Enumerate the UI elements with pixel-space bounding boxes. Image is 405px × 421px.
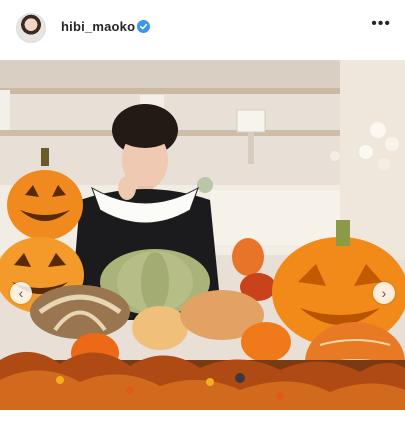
halloween-scene-image [0, 60, 405, 410]
username-link[interactable]: hibi_maoko [61, 19, 135, 34]
carousel-next-button[interactable]: › [373, 282, 395, 304]
more-options-icon[interactable]: ••• [371, 16, 391, 32]
verified-badge-icon [137, 20, 150, 33]
carousel-prev-button[interactable]: ‹ [10, 282, 32, 304]
avatar[interactable] [16, 13, 46, 43]
post-header: hibi_maoko ••• [0, 0, 405, 56]
post-photo: ‹ › [0, 60, 405, 410]
